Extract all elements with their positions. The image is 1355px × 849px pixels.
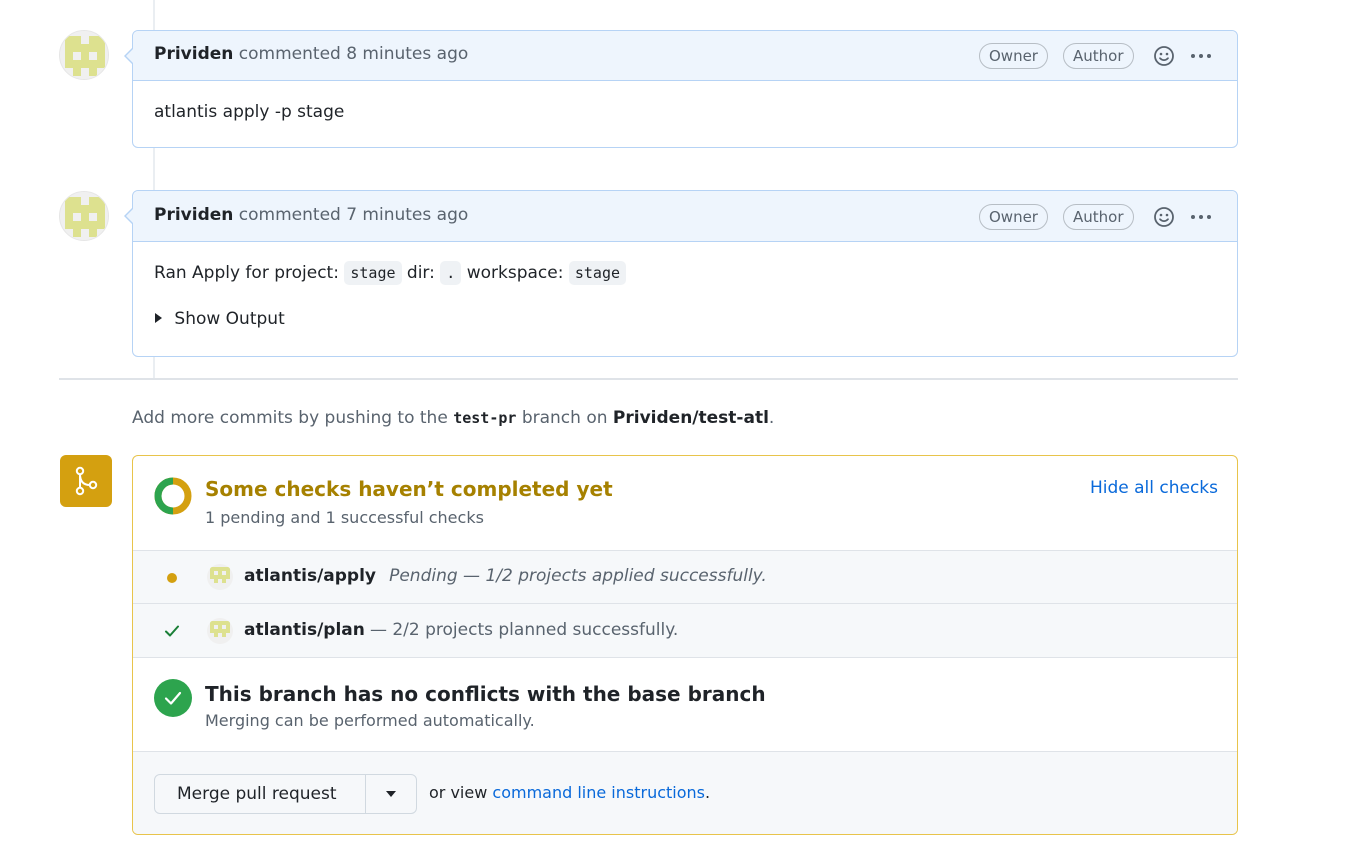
check-text: atlantis/apply Pending — 1/2 projects ap…: [244, 566, 767, 586]
dir-code: .: [440, 261, 462, 285]
comment: Prividen commented 7 minutes ago Owner A…: [124, 190, 1238, 357]
comment-caret-inner: [126, 208, 134, 224]
command-line-instructions-link[interactable]: command line instructions: [492, 783, 705, 802]
check-circle-icon: [154, 679, 192, 717]
repo-name[interactable]: Prividen/test-atl: [613, 408, 769, 428]
merge-status-icon: [60, 455, 112, 507]
identicon-image: [207, 564, 233, 590]
owner-badge: Owner: [979, 43, 1048, 69]
dir-label: dir:: [406, 263, 435, 283]
timeline-divider: [59, 378, 1238, 380]
merge-button-group: Merge pull request: [154, 774, 417, 814]
check-name[interactable]: atlantis/apply: [244, 566, 376, 586]
branch-name: test-pr: [453, 409, 517, 427]
smiley-icon[interactable]: [1153, 206, 1175, 228]
comment-meta: Prividen commented 8 minutes ago: [154, 44, 468, 64]
comment-timestamp[interactable]: commented 7 minutes ago: [239, 205, 468, 225]
check-row: atlantis/plan — 2/2 projects planned suc…: [133, 603, 1237, 657]
triangle-down-icon: [386, 791, 396, 797]
comment-body: atlantis apply -p stage: [133, 81, 1237, 122]
show-output-summary[interactable]: Show Output: [174, 309, 284, 329]
merge-pull-request-button[interactable]: Merge pull request: [177, 784, 337, 804]
cli-suffix: .: [705, 783, 711, 802]
comment-timestamp[interactable]: commented 8 minutes ago: [239, 44, 468, 64]
checks-subtitle: 1 pending and 1 successful checks: [205, 508, 484, 527]
author-badge: Author: [1063, 43, 1134, 69]
avatar[interactable]: [59, 191, 109, 241]
push-note-prefix: Add more commits by pushing to the: [132, 408, 448, 428]
conflicts-subtitle: Merging can be performed automatically.: [205, 711, 535, 730]
checks-title: Some checks haven’t completed yet: [205, 477, 613, 501]
show-output-details[interactable]: Show Output: [154, 309, 1216, 329]
check-text: atlantis/plan — 2/2 projects planned suc…: [244, 620, 678, 640]
avatar[interactable]: [59, 30, 109, 80]
comment-meta: Prividen commented 7 minutes ago: [154, 205, 468, 225]
check-icon: [165, 625, 179, 637]
workspace-label: workspace:: [466, 263, 564, 283]
identicon-image: [60, 31, 108, 79]
check-description: — 2/2 projects planned successfully.: [369, 620, 679, 640]
merge-method-dropdown-button[interactable]: [366, 775, 416, 813]
cli-instructions: or view command line instructions.: [429, 783, 710, 802]
comment-text: atlantis apply -p stage: [154, 102, 345, 122]
triangle-right-icon: [155, 313, 162, 323]
push-commits-note: Add more commits by pushing to the test-…: [132, 408, 774, 428]
project-code: stage: [344, 261, 402, 285]
push-note-middle: branch on: [521, 408, 608, 428]
identicon-image: [207, 618, 233, 644]
check-name[interactable]: atlantis/plan: [244, 620, 365, 640]
smiley-icon[interactable]: [1153, 45, 1175, 67]
apply-result-line: Ran Apply for project: stage dir: . work…: [154, 261, 1216, 285]
identicon-image: [60, 192, 108, 240]
conflicts-title: This branch has no conflicts with the ba…: [205, 682, 766, 706]
workspace-code: stage: [568, 261, 627, 285]
comment-author-link[interactable]: Prividen: [154, 44, 233, 64]
kebab-horizontal-icon[interactable]: [1189, 45, 1213, 67]
comment-header: Prividen commented 8 minutes ago Owner A…: [124, 31, 1237, 81]
or-view-text: or view: [429, 783, 488, 802]
apply-text: Ran Apply for project:: [154, 263, 339, 283]
comment-author-link[interactable]: Prividen: [154, 205, 233, 225]
check-app-avatar: [207, 618, 233, 644]
comment-body: Ran Apply for project: stage dir: . work…: [133, 242, 1237, 329]
comment-caret-inner: [126, 48, 134, 64]
check-description: Pending — 1/2 projects applied successfu…: [389, 566, 767, 586]
conflicts-status: This branch has no conflicts with the ba…: [133, 657, 1237, 751]
pending-dot-icon: [167, 573, 177, 583]
git-merge-icon: [75, 466, 98, 496]
checks-progress-ring-icon: [154, 477, 192, 515]
comment: Prividen commented 8 minutes ago Owner A…: [124, 30, 1238, 148]
kebab-horizontal-icon[interactable]: [1189, 206, 1213, 228]
comment-header: Prividen commented 7 minutes ago Owner A…: [124, 191, 1237, 242]
check-app-avatar: [207, 564, 233, 590]
author-badge: Author: [1063, 204, 1134, 230]
owner-badge: Owner: [979, 204, 1048, 230]
merge-footer: Merge pull request or view command line …: [133, 751, 1237, 834]
hide-all-checks-link[interactable]: Hide all checks: [1090, 478, 1218, 498]
merge-box: Some checks haven’t completed yet 1 pend…: [132, 455, 1238, 835]
checks-summary: Some checks haven’t completed yet 1 pend…: [133, 456, 1237, 550]
push-note-suffix: .: [768, 408, 775, 428]
check-row: atlantis/apply Pending — 1/2 projects ap…: [133, 550, 1237, 603]
